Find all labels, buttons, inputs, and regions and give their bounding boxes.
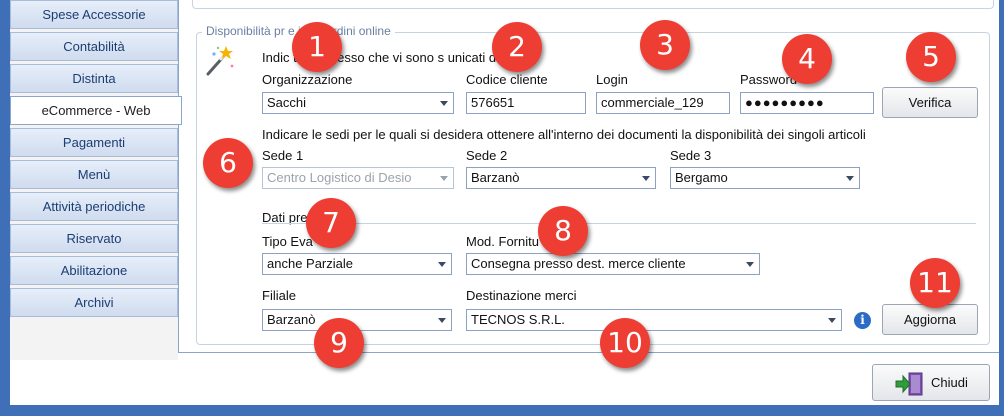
chevron-down-icon: [846, 176, 854, 181]
aggiorna-button[interactable]: Aggiorna: [882, 304, 978, 335]
organizzazione-select[interactable]: Sacchi: [262, 92, 454, 114]
section-divider: [262, 223, 976, 224]
sedi-intro-text: Indicare le sedi per le quali si desider…: [262, 127, 866, 142]
sede1-value: Centro Logistico di Desio: [267, 170, 412, 185]
sidebar-item-archivi[interactable]: Archivi: [10, 288, 178, 317]
window-border-right: [999, 0, 1004, 416]
login-input[interactable]: commerciale_129: [596, 92, 730, 114]
sidebar-item-pagamenti[interactable]: Pagamenti: [10, 128, 178, 157]
callout-badge-2: 2: [492, 22, 542, 72]
login-label: Login: [596, 72, 628, 87]
filiale-label: Filiale: [262, 288, 296, 303]
callout-badge-11: 11: [910, 258, 960, 308]
codice-cliente-input[interactable]: 576651: [466, 92, 586, 114]
chevron-down-icon: [746, 262, 754, 267]
sidebar-item-ecommerce-web[interactable]: eCommerce - Web: [10, 96, 182, 125]
organizzazione-value: Sacchi: [267, 95, 307, 110]
callout-badge-8: 8: [538, 206, 588, 256]
sede2-value: Barzanò: [471, 170, 520, 185]
sede3-label: Sede 3: [670, 148, 712, 163]
chiudi-label: Chiudi: [931, 375, 968, 390]
tipo-evasione-label: Tipo Eva: [262, 234, 313, 249]
destinazione-value: TECNOS S.R.L.: [471, 312, 565, 327]
organizzazione-label: Organizzazione: [262, 72, 353, 87]
info-icon[interactable]: i: [854, 312, 871, 329]
callout-badge-7: 7: [306, 198, 356, 248]
window-border-bottom: [0, 405, 1004, 416]
sede1-label: Sede 1: [262, 148, 304, 163]
tipo-evasione-value: anche Parziale: [267, 256, 353, 271]
sidebar-item-distinta[interactable]: Distinta: [10, 64, 178, 93]
sidebar-item-abilitazione[interactable]: Abilitazione: [10, 256, 178, 285]
sede2-select[interactable]: Barzanò: [466, 167, 656, 189]
sede3-value: Bergamo: [675, 170, 728, 185]
sede1-select: Centro Logistico di Desio: [262, 167, 454, 189]
callout-badge-5: 5: [906, 32, 956, 82]
callout-badge-3: 3: [640, 20, 690, 70]
destinazione-select[interactable]: TECNOS S.R.L.: [466, 309, 842, 331]
chevron-down-icon: [440, 176, 448, 181]
window-border-left: [0, 0, 10, 416]
chevron-down-icon: [440, 101, 448, 106]
sidebar-item-riservato[interactable]: Riservato: [10, 224, 178, 253]
chiudi-button[interactable]: Chiudi: [872, 364, 990, 401]
callout-badge-6: 6: [203, 138, 253, 188]
upper-panel-edge: [192, 0, 994, 9]
codice-cliente-label: Codice cliente: [466, 72, 548, 87]
tipo-evasione-select[interactable]: anche Parziale: [262, 253, 452, 275]
destinazione-label: Destinazione merci: [466, 288, 577, 303]
magic-wand-icon: [206, 46, 234, 76]
mod-fornitura-label: Mod. Fornitu: [466, 234, 539, 249]
callout-badge-10: 10: [600, 318, 650, 368]
chevron-down-icon: [438, 262, 446, 267]
password-input[interactable]: ●●●●●●●●●: [740, 92, 874, 114]
callout-badge-9: 9: [314, 318, 364, 368]
callout-badge-4: 4: [782, 34, 832, 84]
sidebar-item-attivita-periodiche[interactable]: Attività periodiche: [10, 192, 178, 221]
sidebar-item-spese-accessorie[interactable]: Spese Accessorie: [10, 0, 178, 29]
sede3-select[interactable]: Bergamo: [670, 167, 860, 189]
sidebar-item-menu[interactable]: Menù: [10, 160, 178, 189]
filiale-value: Barzanò: [267, 312, 316, 327]
chevron-down-icon: [828, 318, 836, 323]
callout-badge-1: 1: [292, 22, 342, 72]
mod-fornitura-select[interactable]: Consegna presso dest. merce cliente: [466, 253, 760, 275]
verifica-button[interactable]: Verifica: [882, 87, 978, 118]
chevron-down-icon: [642, 176, 650, 181]
sede2-label: Sede 2: [466, 148, 508, 163]
exit-door-icon: [895, 372, 923, 396]
sidebar-item-contabilita[interactable]: Contabilità: [10, 32, 178, 61]
chevron-down-icon: [438, 318, 446, 323]
mod-fornitura-value: Consegna presso dest. merce cliente: [471, 256, 686, 271]
